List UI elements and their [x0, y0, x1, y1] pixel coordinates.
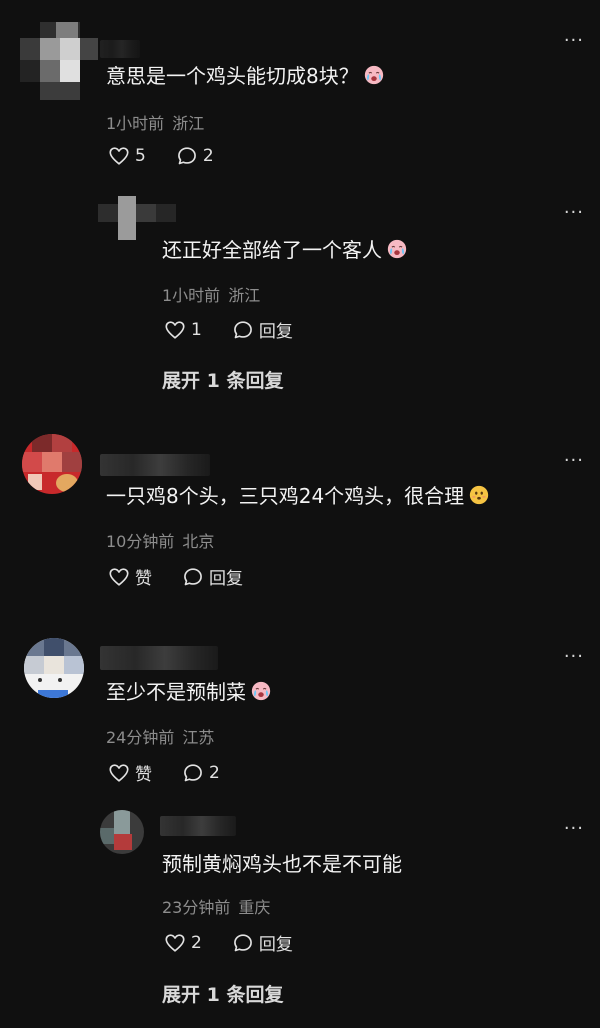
more-options-icon[interactable]: ···: [564, 820, 584, 838]
reply-label: 回复: [258, 322, 293, 342]
like-button[interactable]: 2: [164, 932, 202, 954]
like-label: 赞: [135, 765, 152, 785]
heart-icon: [108, 566, 130, 588]
comment-5: ··· 预制黄焖鸡头也不是不可能 23分钟前 重庆 2 回复 展开 1 条回复: [0, 810, 600, 1028]
comment-text: 还正好全部给了一个客人: [162, 236, 408, 264]
comment-1: ··· 意思是一个鸡头能切成8块？ 1小时前 浙江 5 2: [0, 0, 600, 190]
like-button[interactable]: 1: [164, 319, 202, 341]
heart-icon: [164, 319, 186, 341]
reply-label: 回复: [258, 935, 293, 955]
comment-time: 24分钟前: [106, 728, 175, 747]
like-button[interactable]: 赞: [108, 760, 152, 785]
comment-time: 1小时前: [106, 114, 165, 133]
comment-location: 北京: [182, 532, 215, 551]
comment-bubble-icon: [182, 762, 204, 784]
comment-2: ··· 还正好全部给了一个客人 1小时前 浙江 1 回复 展开 1 条回复: [0, 190, 600, 420]
like-count: 5: [135, 146, 146, 166]
comment-actions: 5 2: [108, 145, 244, 167]
more-options-icon[interactable]: ···: [564, 204, 584, 222]
reply-count: 2: [209, 762, 220, 783]
username-blurred[interactable]: [100, 40, 140, 58]
comment-actions: 2 回复: [164, 930, 323, 955]
reply-count: 2: [202, 146, 214, 166]
heart-icon: [108, 762, 130, 784]
like-button[interactable]: 5: [108, 145, 146, 167]
comment-time: 23分钟前: [162, 898, 231, 917]
like-count: 2: [191, 932, 202, 953]
comment-actions: 赞 回复: [108, 564, 273, 589]
heart-icon: [108, 145, 130, 167]
more-options-icon[interactable]: ···: [564, 452, 584, 470]
reply-button[interactable]: 回复: [182, 564, 243, 589]
avatar[interactable]: [20, 22, 98, 100]
comment-text: 一只鸡8个头，三只鸡24个鸡头，很合理: [106, 482, 490, 510]
comment-meta: 23分钟前 重庆: [162, 894, 270, 918]
crying-face-emoji: [363, 64, 385, 86]
username-blurred[interactable]: [100, 454, 210, 476]
like-button[interactable]: 赞: [108, 564, 152, 589]
comment-meta: 1小时前 浙江: [106, 110, 204, 134]
thinking-face-emoji: [468, 484, 490, 506]
username-blurred[interactable]: [100, 646, 218, 670]
crying-face-emoji: [386, 238, 408, 260]
username-blurred[interactable]: [160, 816, 236, 836]
comment-4: ··· 至少不是预制菜 24分钟前 江苏 赞 2: [0, 620, 600, 810]
comment-3: ··· 一只鸡8个头，三只鸡24个鸡头，很合理 10分钟前 北京 赞 回复: [0, 420, 600, 620]
expand-replies-link[interactable]: 展开 1 条回复: [162, 366, 283, 393]
comment-meta: 1小时前 浙江: [162, 282, 260, 306]
comment-text: 预制黄焖鸡头也不是不可能: [162, 852, 402, 876]
comment-location: 江苏: [182, 728, 215, 747]
heart-icon: [164, 932, 186, 954]
avatar[interactable]: [22, 434, 82, 494]
comment-bubble-icon: [232, 319, 254, 341]
crying-face-emoji: [250, 680, 272, 702]
reply-button[interactable]: 2: [182, 762, 220, 784]
like-count: 1: [191, 319, 202, 340]
more-options-icon[interactable]: ···: [564, 32, 584, 50]
comment-text: 至少不是预制菜: [106, 678, 272, 706]
comment-time: 1小时前: [162, 286, 221, 305]
expand-replies-link[interactable]: 展开 1 条回复: [162, 980, 283, 1007]
reply-button[interactable]: 回复: [232, 930, 293, 955]
comment-location: 重庆: [238, 898, 271, 917]
avatar[interactable]: [100, 810, 144, 854]
like-label: 赞: [135, 569, 152, 589]
avatar[interactable]: [24, 638, 84, 698]
avatar[interactable]: [98, 196, 176, 240]
comment-meta: 24分钟前 江苏: [106, 724, 214, 748]
comment-actions: 赞 2: [108, 760, 250, 785]
reply-label: 回复: [209, 569, 243, 589]
comment-time: 10分钟前: [106, 532, 175, 551]
comment-bubble-icon: [176, 145, 198, 167]
reply-button[interactable]: 2: [176, 145, 214, 167]
reply-button[interactable]: 回复: [232, 317, 293, 342]
comment-location: 浙江: [172, 114, 205, 133]
comment-text: 意思是一个鸡头能切成8块？: [106, 62, 385, 90]
comment-bubble-icon: [232, 932, 254, 954]
comment-meta: 10分钟前 北京: [106, 528, 214, 552]
comment-actions: 1 回复: [164, 317, 323, 342]
more-options-icon[interactable]: ···: [564, 648, 584, 666]
comment-location: 浙江: [228, 286, 261, 305]
comment-bubble-icon: [182, 566, 204, 588]
